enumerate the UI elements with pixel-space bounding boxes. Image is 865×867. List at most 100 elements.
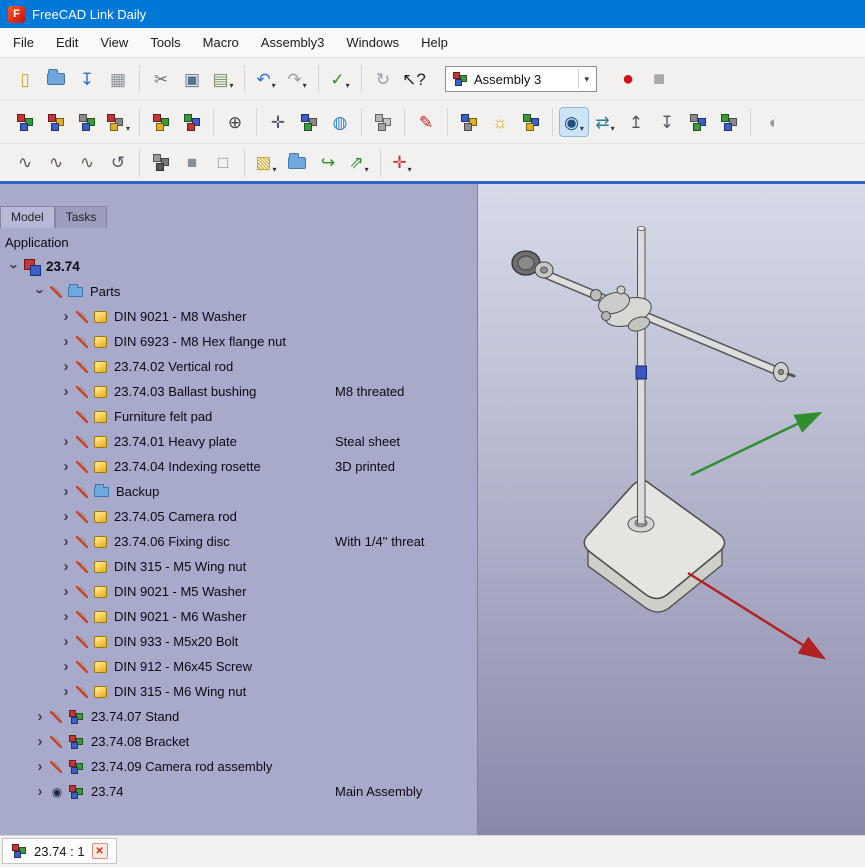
chevron-collapsed-icon[interactable]: › <box>32 759 48 774</box>
hidden-indicator-icon[interactable] <box>74 684 92 700</box>
chevron-collapsed-icon[interactable]: › <box>58 459 74 474</box>
menu-file[interactable]: File <box>2 29 45 56</box>
hidden-indicator-icon[interactable] <box>74 459 92 475</box>
appearance-bulb-icon[interactable]: ☼ <box>486 108 514 136</box>
chevron-collapsed-icon[interactable]: › <box>58 509 74 524</box>
chevron-collapsed-icon[interactable]: › <box>58 659 74 674</box>
tree-item[interactable]: › Backup <box>0 479 477 504</box>
chevron-collapsed-icon[interactable]: › <box>58 384 74 399</box>
tree-item[interactable]: › 23.74 <box>0 254 477 279</box>
solid-cube-icon[interactable]: ■ <box>178 149 206 177</box>
hidden-indicator-icon[interactable] <box>74 659 92 675</box>
folder-icon[interactable] <box>283 149 311 177</box>
menu-tools[interactable]: Tools <box>139 29 191 56</box>
misc-tool-icon[interactable]: ◖ <box>758 108 786 136</box>
print-icon[interactable]: ▦ <box>104 65 132 93</box>
dropdown-arrow[interactable]: ▾ <box>230 81 234 93</box>
dropdown-arrow[interactable]: ▾ <box>365 165 369 177</box>
tree-item[interactable]: › 23.74.07 Stand <box>0 704 477 729</box>
hidden-indicator-icon[interactable] <box>74 584 92 600</box>
hidden-indicator-icon[interactable] <box>74 509 92 525</box>
chevron-collapsed-icon[interactable]: › <box>32 734 48 749</box>
sketch-export-icon[interactable]: ∿ <box>42 149 70 177</box>
tree-item[interactable]: › DIN 315 - M6 Wing nut <box>0 679 477 704</box>
close-icon[interactable]: ✕ <box>91 843 108 859</box>
dropdown-arrow[interactable]: ▾ <box>303 81 307 93</box>
menu-edit[interactable]: Edit <box>45 29 89 56</box>
chevron-collapsed-icon[interactable]: › <box>58 359 74 374</box>
hidden-indicator-icon[interactable] <box>74 534 92 550</box>
dropdown-arrow[interactable]: ▾ <box>611 124 615 136</box>
auto-recompute-icon[interactable] <box>369 108 397 136</box>
hidden-indicator-icon[interactable] <box>74 309 92 325</box>
move-arrows-icon[interactable]: ⇄ ▾ <box>591 108 619 136</box>
chevron-collapsed-icon[interactable]: › <box>58 609 74 624</box>
show-element-eye-icon[interactable]: ◉ ▾ <box>559 107 589 137</box>
refresh-icon[interactable]: ↻ <box>369 65 397 93</box>
chevron-collapsed-icon[interactable]: › <box>32 784 48 799</box>
macro-record-icon[interactable]: ● <box>614 65 642 93</box>
sketch-refresh-icon[interactable]: ↺ <box>104 149 132 177</box>
import-link-icon[interactable] <box>178 108 206 136</box>
workbench-selector[interactable]: Assembly 3 ▾ <box>445 66 597 92</box>
new-element-icon[interactable]: ▾ <box>104 108 132 136</box>
visible-eye-icon[interactable]: ◉ <box>48 784 66 800</box>
tree-item[interactable]: › 23.74.06 Fixing disc With 1/4'' threat <box>0 529 477 554</box>
tree-item[interactable]: › DIN 9021 - M5 Washer <box>0 579 477 604</box>
chevron-expanded-icon[interactable]: › <box>32 284 49 300</box>
dropdown-arrow[interactable]: ▾ <box>273 165 277 177</box>
3d-viewport[interactable] <box>478 184 865 835</box>
chevron-down-icon[interactable]: ▾ <box>578 69 594 89</box>
add-workplane-icon[interactable] <box>455 108 483 136</box>
tree-item[interactable]: › 23.74.04 Indexing rosette 3D printed <box>0 454 477 479</box>
map-view-icon[interactable] <box>147 149 175 177</box>
export-icon[interactable]: ↪ <box>314 149 342 177</box>
chevron-collapsed-icon[interactable]: › <box>58 434 74 449</box>
tree-item[interactable]: › DIN 315 - M5 Wing nut <box>0 554 477 579</box>
tree-sync-icon[interactable] <box>684 108 712 136</box>
axial-move-icon[interactable] <box>295 108 323 136</box>
hidden-indicator-icon[interactable] <box>74 484 92 500</box>
tree-item[interactable]: › Parts <box>0 279 477 304</box>
dropdown-arrow[interactable]: ▾ <box>408 165 412 177</box>
make-link-icon[interactable] <box>147 108 175 136</box>
sketch-import-icon[interactable]: ∿ <box>11 149 39 177</box>
chevron-expanded-icon[interactable]: › <box>6 259 23 275</box>
part-box-icon[interactable]: ▧ ▾ <box>252 149 280 177</box>
hidden-indicator-icon[interactable] <box>48 284 66 300</box>
dropdown-arrow[interactable]: ▾ <box>580 124 584 136</box>
smart-recompute-icon[interactable] <box>517 108 545 136</box>
paste-icon[interactable]: ▤ ▾ <box>209 65 237 93</box>
new-file-icon[interactable]: ▯ <box>11 65 39 93</box>
chevron-collapsed-icon[interactable]: › <box>58 559 74 574</box>
hidden-indicator-icon[interactable] <box>74 634 92 650</box>
add-group-icon[interactable] <box>73 108 101 136</box>
hidden-indicator-icon[interactable] <box>74 559 92 575</box>
dropdown-arrow[interactable]: ▾ <box>346 81 350 93</box>
chevron-collapsed-icon[interactable]: › <box>58 584 74 599</box>
wire-cube-icon[interactable]: □ <box>209 149 237 177</box>
whats-this-icon[interactable]: ↖? <box>400 65 428 93</box>
copy-icon[interactable]: ▣ <box>178 65 206 93</box>
measure-icon[interactable]: ✎ <box>412 108 440 136</box>
lock-mover-icon[interactable]: ◍ <box>326 108 354 136</box>
menu-windows[interactable]: Windows <box>335 29 410 56</box>
tree-item[interactable]: ›Furniture felt pad <box>0 404 477 429</box>
menu-macro[interactable]: Macro <box>192 29 250 56</box>
chevron-collapsed-icon[interactable]: › <box>58 334 74 349</box>
hidden-indicator-icon[interactable] <box>74 334 92 350</box>
tree-item[interactable]: › 23.74.09 Camera rod assembly <box>0 754 477 779</box>
chevron-collapsed-icon[interactable]: › <box>58 309 74 324</box>
tree-item[interactable]: › 23.74.03 Ballast bushing M8 threated <box>0 379 477 404</box>
redo-icon[interactable]: ↷ ▾ <box>283 65 311 93</box>
add-part-icon[interactable] <box>42 108 70 136</box>
tree-item[interactable]: › 23.74.08 Bracket <box>0 729 477 754</box>
dropdown-arrow[interactable]: ▾ <box>126 124 130 136</box>
undo-icon[interactable]: ↶ ▾ <box>252 65 280 93</box>
sketch-mirror-icon[interactable]: ∿ <box>73 149 101 177</box>
hidden-indicator-icon[interactable] <box>48 759 66 775</box>
element-up-icon[interactable]: ↥ <box>622 108 650 136</box>
chevron-collapsed-icon[interactable]: › <box>58 684 74 699</box>
tree-item[interactable]: › ◉ 23.74 Main Assembly <box>0 779 477 804</box>
constraint-icon[interactable]: ⊕ <box>221 108 249 136</box>
